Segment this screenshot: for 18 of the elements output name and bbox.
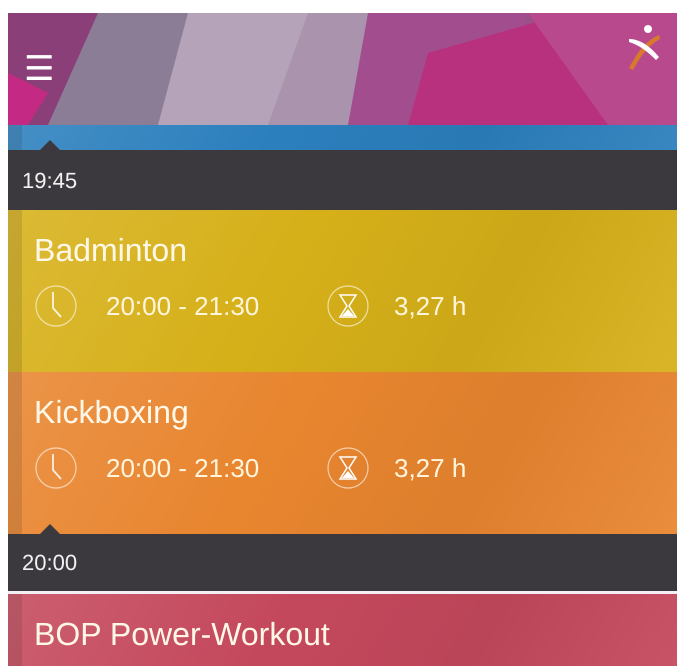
activity-title: Kickboxing (34, 393, 190, 432)
activity-card[interactable] (8, 125, 677, 150)
time-label: 19:45 (22, 166, 78, 194)
clock-icon (34, 446, 78, 490)
activity-title: Badminton (34, 231, 188, 270)
activity-title: BOP Power-Workout (34, 615, 330, 654)
time-range: 20:00 - 21:30 (106, 290, 260, 322)
hourglass-icon (326, 446, 370, 490)
hourglass-icon (326, 284, 370, 328)
activity-card[interactable]: BOP Power-Workout (8, 594, 677, 666)
duration: 3,27 h (394, 452, 466, 484)
duration: 3,27 h (394, 290, 466, 322)
clock-icon (34, 284, 78, 328)
logo-icon (627, 23, 661, 73)
menu-button[interactable]: ☰ (24, 52, 54, 86)
time-label: 20:00 (22, 549, 78, 577)
activity-card[interactable]: Kickboxing 20:00 - 21:30 3,27 h (8, 372, 677, 534)
time-range: 20:00 - 21:30 (106, 452, 260, 484)
